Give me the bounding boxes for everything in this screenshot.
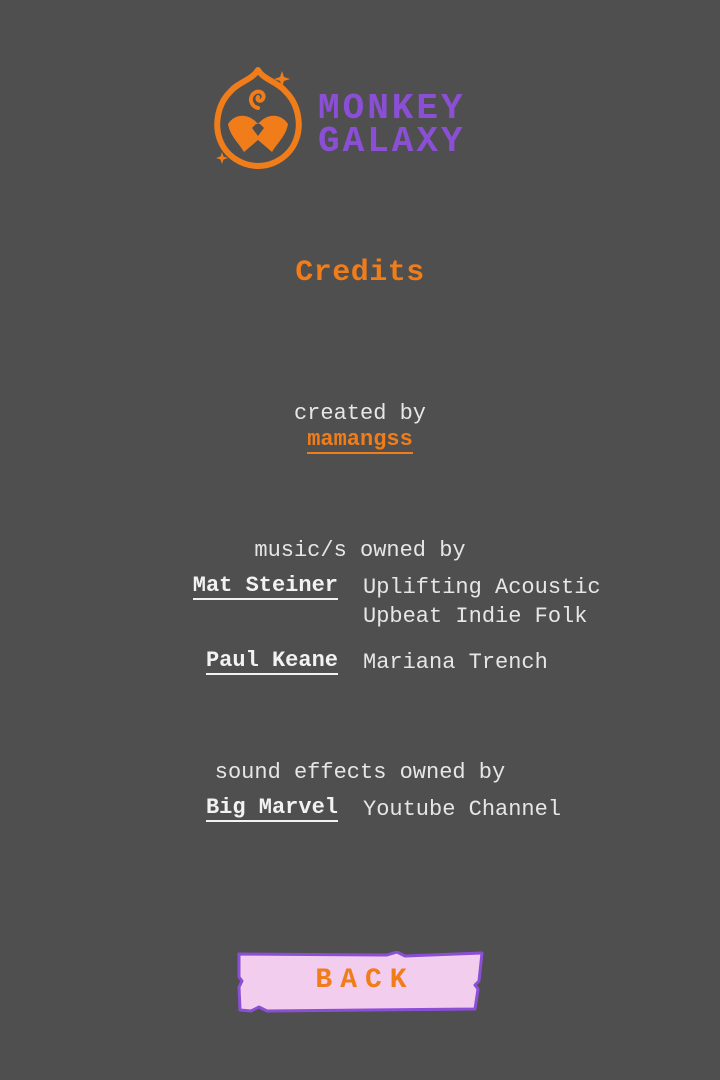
- back-button[interactable]: BACK: [237, 951, 485, 1013]
- sfx-section-title: sound effects owned by: [214, 760, 506, 785]
- created-by-section: created by mamangss: [0, 401, 720, 454]
- back-button-label: BACK: [315, 965, 415, 996]
- logo-line-2: GALAXY: [318, 121, 466, 162]
- credit-works: Mariana Trench: [363, 648, 548, 677]
- page-title: Credits: [295, 256, 425, 290]
- credit-work: Upbeat Indie Folk: [363, 604, 588, 629]
- game-logo: MONKEY GALAXY: [212, 66, 512, 176]
- credit-work: Uplifting Acoustic: [363, 575, 601, 600]
- credit-work: Youtube Channel: [363, 797, 562, 822]
- credit-name-link[interactable]: Mat Steiner: [192, 573, 338, 600]
- credit-works: Youtube Channel: [363, 795, 561, 824]
- credit-name-link[interactable]: Paul Keane: [205, 648, 338, 675]
- created-by-label: created by: [293, 401, 427, 426]
- logo-wordmark: MONKEY GALAXY: [318, 91, 466, 162]
- music-section-title: music/s owned by: [254, 538, 466, 563]
- author-link[interactable]: mamangss: [307, 428, 413, 454]
- credit-name-link[interactable]: Big Marvel: [205, 795, 338, 822]
- credit-work: Mariana Trench: [363, 650, 548, 675]
- credit-works: Uplifting Acoustic Upbeat Indie Folk: [363, 573, 601, 631]
- monkey-face-icon: [214, 67, 302, 169]
